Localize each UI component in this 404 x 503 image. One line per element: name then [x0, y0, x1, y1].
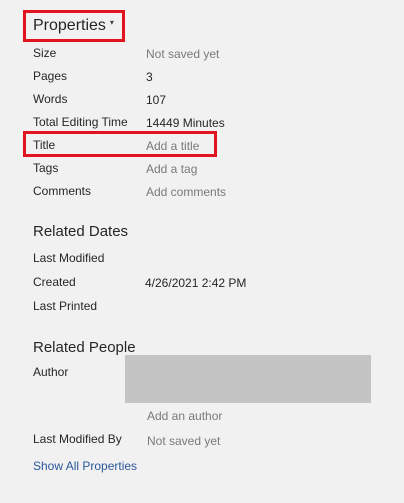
- last-modified-by-label: Last Modified By: [33, 432, 122, 446]
- last-printed-label: Last Printed: [33, 299, 98, 313]
- tags-input[interactable]: Add a tag: [146, 162, 197, 176]
- highlight-title-box: [23, 131, 217, 157]
- tags-label: Tags: [33, 161, 59, 175]
- last-modified-label: Last Modified: [33, 251, 105, 265]
- words-value: 107: [146, 93, 167, 107]
- highlight-properties-box: [23, 10, 125, 42]
- last-modified-by-value: Not saved yet: [147, 434, 221, 448]
- created-label: Created: [33, 275, 76, 289]
- created-value: 4/26/2021 2:42 PM: [145, 276, 247, 290]
- comments-label: Comments: [33, 184, 92, 198]
- words-label: Words: [33, 92, 68, 106]
- editing-time-value: 14449 Minutes: [146, 116, 225, 130]
- show-all-properties-link[interactable]: Show All Properties: [33, 459, 137, 473]
- size-label: Size: [33, 46, 57, 60]
- pages-label: Pages: [33, 69, 68, 83]
- author-redacted-block: [125, 355, 371, 403]
- pages-value: 3: [146, 70, 153, 84]
- size-value: Not saved yet: [146, 47, 220, 61]
- related-dates-heading: Related Dates: [33, 223, 129, 240]
- editing-time-label: Total Editing Time: [33, 115, 128, 129]
- related-people-heading: Related People: [33, 339, 136, 356]
- comments-input[interactable]: Add comments: [146, 185, 226, 199]
- add-author-input[interactable]: Add an author: [147, 409, 222, 423]
- author-label: Author: [33, 365, 69, 379]
